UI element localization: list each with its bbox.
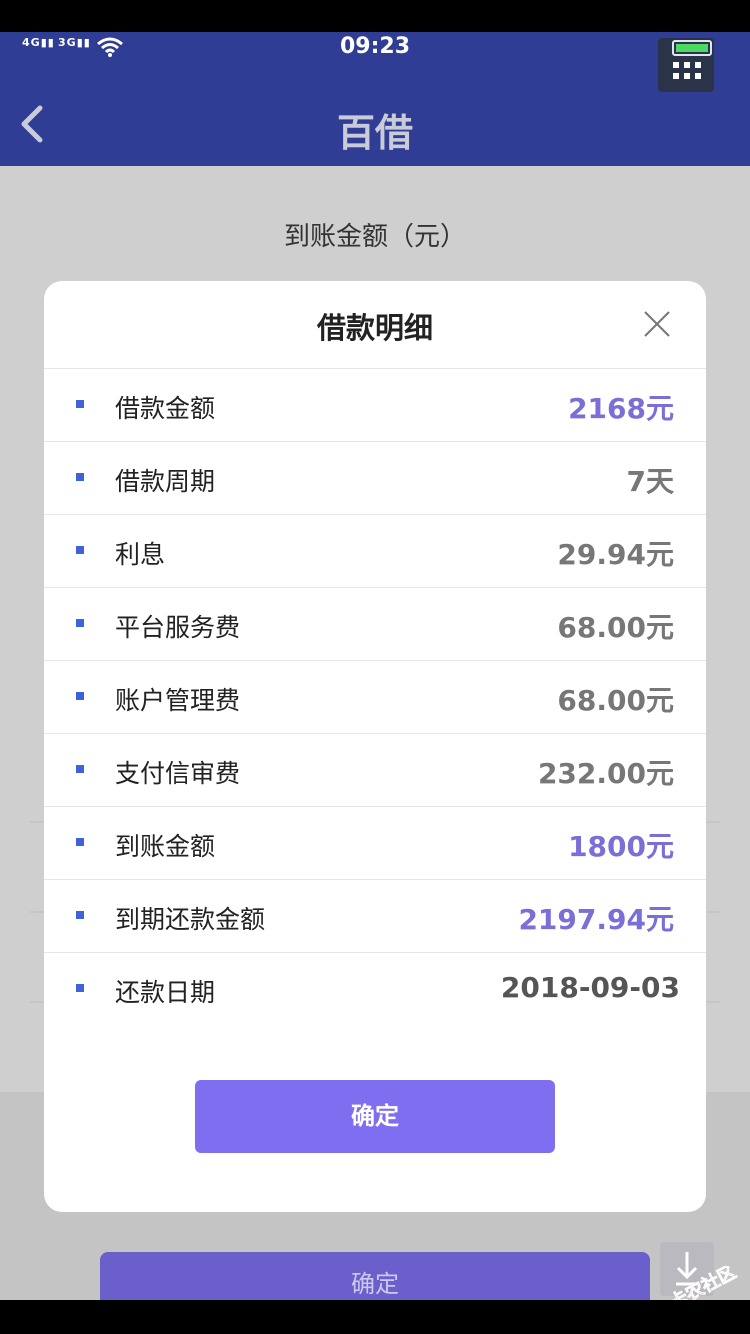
bullet-icon — [76, 911, 84, 919]
svg-text:卡农社区: 卡农社区 — [666, 1266, 740, 1300]
page-title: 百借 — [336, 111, 413, 155]
row-value: 29.94元 — [557, 538, 674, 571]
list-item: 借款周期 7天 — [44, 441, 706, 514]
row-value: 2168元 — [568, 392, 674, 425]
list-item: 借款金额 2168元 — [44, 368, 706, 441]
row-value: 1800元 — [568, 830, 674, 863]
bullet-icon — [76, 473, 84, 481]
list-item: 到账金额 1800元 — [44, 806, 706, 879]
grid-dots-icon — [673, 62, 701, 79]
row-label: 到期还款金额 — [115, 905, 266, 934]
list-item: 还款日期 2018-09-03 — [44, 952, 706, 1025]
row-label: 支付信审费 — [115, 759, 241, 788]
row-value: 68.00元 — [557, 684, 674, 717]
confirm-button[interactable]: 确定 — [195, 1080, 555, 1153]
row-label: 到账金额 — [115, 832, 216, 861]
row-value: 68.00元 — [557, 611, 674, 644]
list-item: 利息 29.94元 — [44, 514, 706, 587]
row-label: 还款日期 — [115, 978, 216, 1007]
bullet-icon — [76, 400, 84, 408]
row-value: 2197.94元 — [518, 903, 674, 936]
row-label: 利息 — [115, 540, 166, 569]
row-label: 借款金额 — [115, 394, 216, 423]
status-time: 09:23 — [339, 34, 411, 59]
top-navigation-bar: 4G▮▮ 3G▮▮ 09:23 百借 — [0, 32, 750, 166]
background-confirm-button: 确定 — [100, 1252, 650, 1300]
status-bar: 4G▮▮ 3G▮▮ 09:23 — [0, 32, 750, 92]
list-item: 平台服务费 68.00元 — [44, 587, 706, 660]
bullet-icon — [76, 546, 84, 554]
watermark-logo: 卡农社区 — [666, 1266, 741, 1300]
app-screen: 到账金额（元） 确定 4G▮▮ 3G▮▮ 09:23 百借 借款明细 借款金额 … — [0, 32, 750, 1300]
battery-icon — [672, 40, 712, 56]
bullet-icon — [76, 619, 84, 627]
bullet-icon — [76, 838, 84, 846]
close-icon[interactable] — [642, 309, 672, 339]
loan-details-modal: 借款明细 借款金额 2168元 借款周期 7天 利息 29.94元 平台服务费 … — [44, 281, 706, 1212]
loan-detail-list: 借款金额 2168元 借款周期 7天 利息 29.94元 平台服务费 68.00… — [44, 368, 706, 1025]
row-label: 平台服务费 — [115, 613, 241, 642]
row-value: 232.00元 — [537, 757, 674, 790]
bullet-icon — [76, 765, 84, 773]
list-item: 到期还款金额 2197.94元 — [44, 879, 706, 952]
row-value: 7天 — [626, 465, 674, 498]
bullet-icon — [76, 984, 84, 992]
keypad-overlay-button[interactable] — [658, 38, 714, 92]
bullet-icon — [76, 692, 84, 700]
list-item: 账户管理费 68.00元 — [44, 660, 706, 733]
row-label: 账户管理费 — [115, 686, 241, 715]
row-label: 借款周期 — [115, 467, 216, 496]
modal-title: 借款明细 — [316, 311, 433, 345]
row-value: 2018-09-03 — [500, 971, 680, 1004]
list-item: 支付信审费 232.00元 — [44, 733, 706, 806]
